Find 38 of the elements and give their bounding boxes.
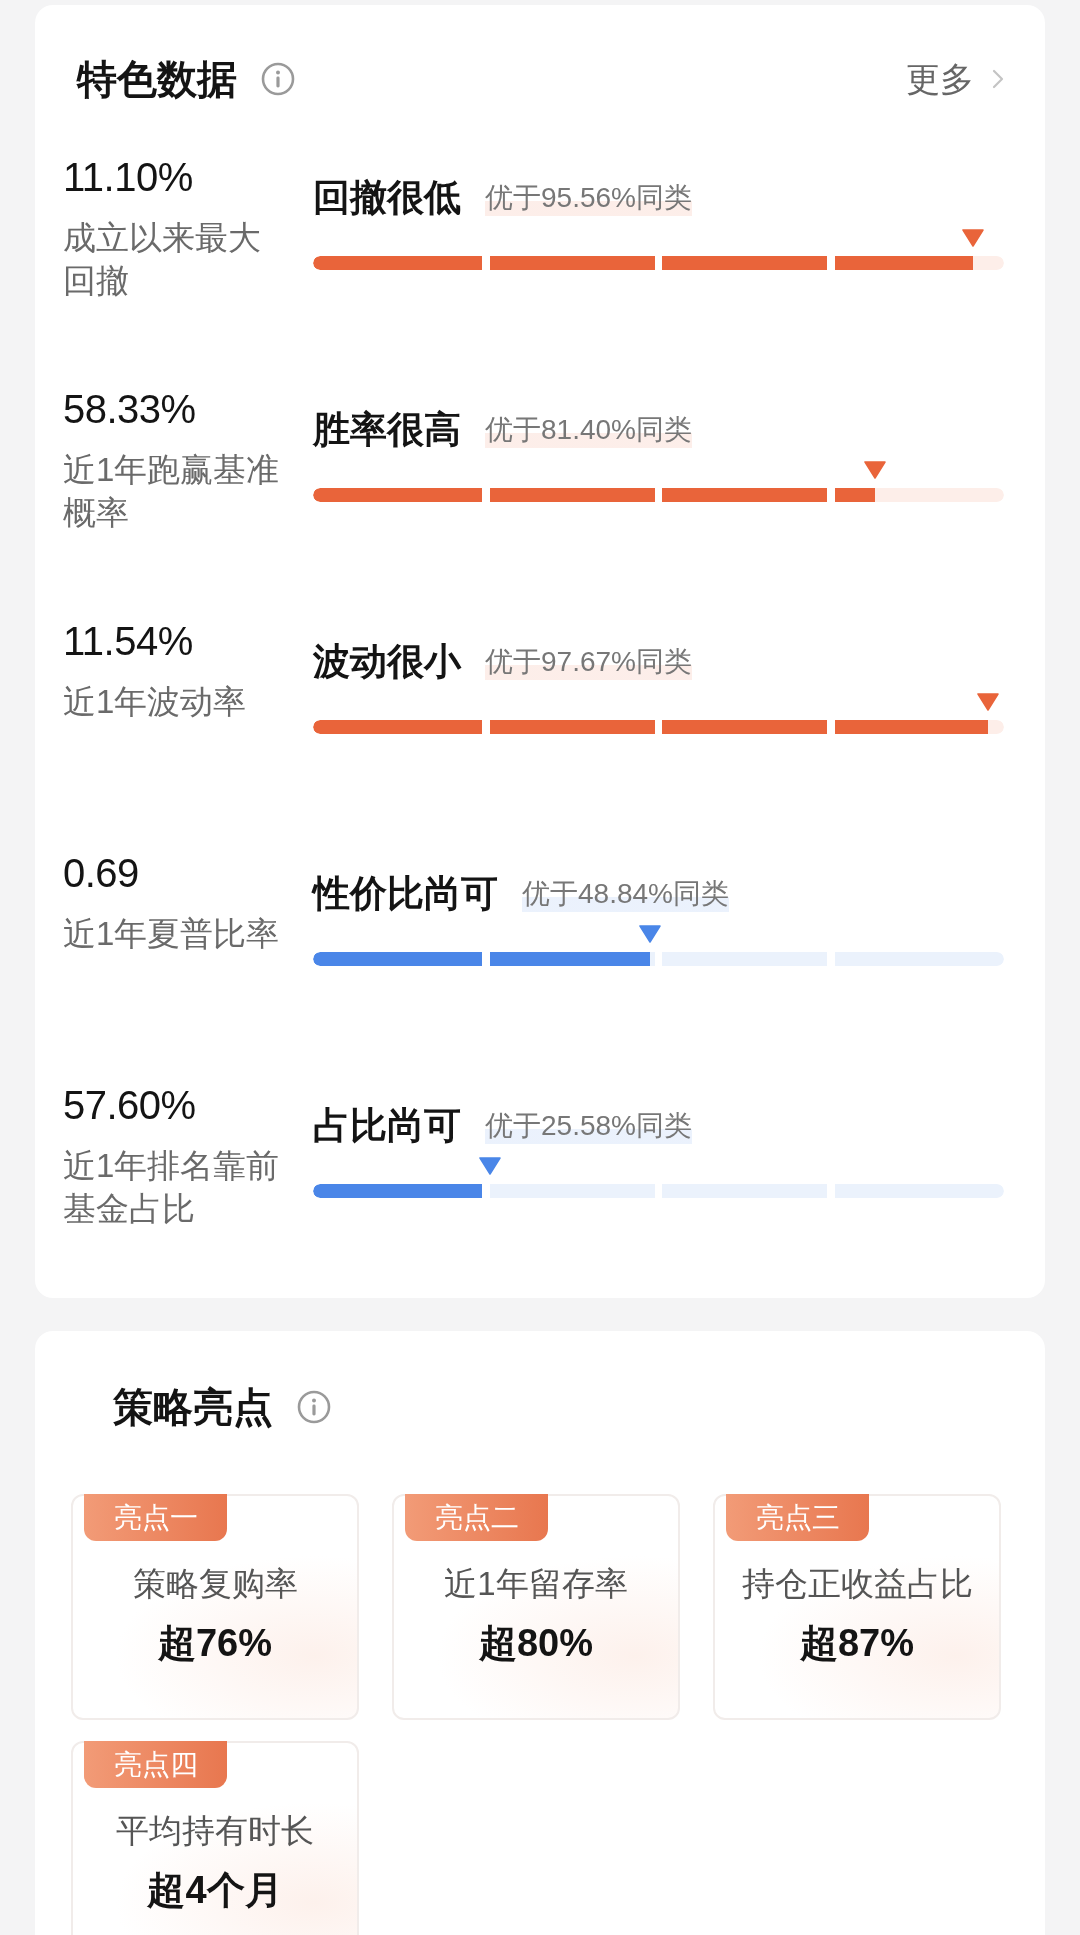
highlight-tag: 亮点一 xyxy=(84,1494,227,1541)
metric-value: 11.54% xyxy=(63,618,193,665)
highlight-value: 超4个月 xyxy=(147,1868,283,1913)
metric-label: 近1年排名靠前基金占比 xyxy=(63,1146,281,1229)
rating-title: 胜率很高 xyxy=(313,408,461,452)
chevron-right-icon xyxy=(992,69,1004,89)
highlight-label: 平均持有时长 xyxy=(116,1811,314,1851)
metric-label: 近1年跑赢基准概率 xyxy=(63,450,281,533)
highlight-value: 超76% xyxy=(157,1621,273,1666)
section-title: 策略亮点 xyxy=(113,1384,273,1431)
highlight-tag: 亮点二 xyxy=(405,1494,548,1541)
metric-label: 近1年夏普比率 xyxy=(63,914,280,954)
info-icon[interactable] xyxy=(261,62,295,96)
metric-value: 11.10% xyxy=(63,154,193,201)
triangle-marker-icon xyxy=(864,461,887,479)
triangle-marker-icon xyxy=(976,693,999,711)
triangle-marker-icon xyxy=(639,925,662,943)
metric-label: 成立以来最大回撤 xyxy=(63,218,262,301)
triangle-marker-icon xyxy=(478,1157,501,1175)
metric-label: 近1年波动率 xyxy=(63,682,247,722)
highlight-value: 超87% xyxy=(799,1621,915,1666)
highlight-tag: 亮点四 xyxy=(84,1741,227,1788)
rating-title: 回撤很低 xyxy=(313,176,461,220)
rating-title: 波动很小 xyxy=(313,640,461,684)
highlight-label: 近1年留存率 xyxy=(444,1564,628,1604)
highlight-label: 持仓正收益占比 xyxy=(741,1564,973,1604)
highlight-tag: 亮点三 xyxy=(726,1494,869,1541)
info-icon[interactable] xyxy=(297,1390,331,1424)
rating-title: 占比尚可 xyxy=(313,1104,461,1148)
highlight-value: 超80% xyxy=(478,1621,594,1666)
metric-value: 58.33% xyxy=(63,386,196,433)
metric-value: 0.69 xyxy=(63,850,139,897)
rating-title: 性价比尚可 xyxy=(313,872,498,916)
section-title: 特色数据 xyxy=(77,56,237,103)
more-link[interactable]: 更多 xyxy=(906,51,1004,107)
triangle-marker-icon xyxy=(962,229,985,247)
metric-value: 57.60% xyxy=(63,1082,196,1129)
highlight-label: 策略复购率 xyxy=(132,1564,298,1604)
